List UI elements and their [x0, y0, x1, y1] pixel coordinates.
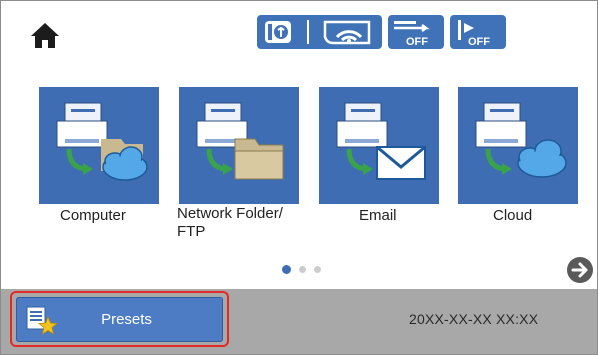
tile-label-network-folder: Network Folder/ FTP [177, 205, 283, 241]
page-dot-2 [299, 266, 306, 273]
scan-to-cloud-icon [475, 102, 567, 178]
network-status-button[interactable] [257, 15, 382, 49]
page-dot-3 [314, 266, 321, 273]
printer-panel: OFF OFF Computer Network Folder/ FTP Ema… [0, 0, 598, 355]
presets-label: Presets [101, 311, 152, 328]
status-bar: OFF OFF [257, 15, 506, 49]
scan-to-computer-icon [56, 102, 148, 181]
home-icon[interactable] [29, 19, 61, 51]
scan-to-computer-tile[interactable] [39, 87, 159, 204]
info-icon [265, 21, 291, 43]
datetime-display: 20XX-XX-XX XX:XX [409, 311, 539, 327]
next-page-button[interactable] [567, 257, 593, 283]
scan-to-folder-icon [196, 102, 284, 180]
wifi-icon [323, 20, 371, 45]
feed-off-icon: OFF [394, 21, 430, 48]
tile-label-email: Email [359, 207, 397, 224]
arrow-right-icon [571, 262, 588, 278]
scan-to-cloud-tile[interactable] [458, 87, 578, 204]
page-indicator [282, 265, 321, 274]
scan-to-email-icon [336, 102, 426, 180]
off-label-2: OFF [468, 36, 490, 48]
presets-button[interactable]: Presets [16, 297, 223, 342]
direct-off-icon: OFF [458, 20, 490, 48]
auto-feed-off-button[interactable]: OFF [388, 15, 444, 49]
page-dot-1 [282, 265, 291, 274]
scan-to-network-folder-tile[interactable] [179, 87, 299, 204]
tile-label-computer: Computer [60, 207, 126, 224]
off-label-1: OFF [406, 36, 428, 48]
tile-label-cloud: Cloud [493, 207, 533, 224]
direct-off-button[interactable]: OFF [450, 15, 506, 49]
scan-to-email-tile[interactable] [319, 87, 439, 204]
tile-label-network-folder-text: Network Folder/ FTP [177, 205, 283, 240]
